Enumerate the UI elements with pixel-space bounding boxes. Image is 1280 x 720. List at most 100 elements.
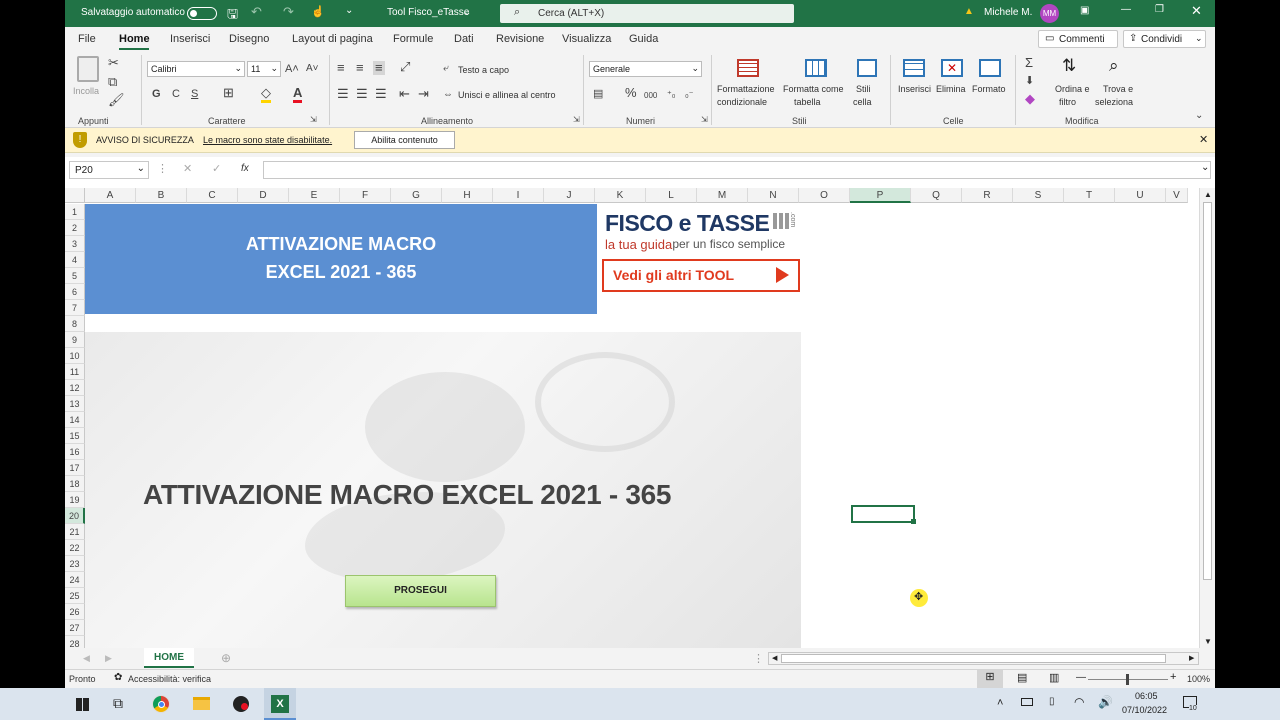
tab-review[interactable]: Revisione	[496, 33, 544, 45]
increase-decimal-icon[interactable]: ⁺₀	[667, 87, 676, 101]
align-left-icon[interactable]: ☰	[337, 87, 349, 101]
touch-mode-icon[interactable]: ☝	[311, 5, 325, 18]
increase-indent-icon[interactable]: ⇥	[418, 87, 429, 101]
row-header[interactable]: 14	[65, 412, 85, 428]
selected-cell[interactable]	[851, 505, 915, 523]
close-icon[interactable]: ✕	[1191, 3, 1202, 19]
align-center-icon[interactable]: ☰	[356, 87, 368, 101]
expand-formula-icon[interactable]: ⌄	[1201, 162, 1209, 173]
decrease-font-icon[interactable]: A˅	[306, 62, 319, 76]
dialog-launcher-icon[interactable]: ⇲	[310, 113, 317, 127]
column-header[interactable]: L	[646, 188, 697, 203]
device-icon[interactable]: ▯	[1049, 696, 1055, 707]
chevron-up-icon[interactable]: ˄	[997, 697, 1003, 709]
insert-cells-button[interactable]: Inserisci	[897, 56, 933, 112]
clock-date[interactable]: 07/10/2022	[1122, 705, 1167, 715]
row-header[interactable]: 21	[65, 524, 85, 540]
battery-icon[interactable]	[1021, 698, 1033, 706]
row-header[interactable]: 15	[65, 428, 85, 444]
user-name[interactable]: Michele M.	[984, 7, 1032, 18]
format-as-table-button[interactable]: Formatta come tabella	[782, 56, 850, 112]
file-explorer-icon[interactable]	[193, 697, 210, 710]
warning-icon[interactable]: ▲	[964, 6, 974, 17]
column-header[interactable]: G	[391, 188, 442, 203]
accessibility-status[interactable]: Accessibilità: verifica	[128, 674, 211, 684]
row-header[interactable]: 22	[65, 540, 85, 556]
scroll-right-icon[interactable]: ▶	[1189, 654, 1194, 662]
row-header[interactable]: 10	[65, 348, 85, 364]
clock-time[interactable]: 06:05	[1135, 691, 1158, 701]
zoom-slider[interactable]	[1088, 674, 1168, 685]
name-box[interactable]: P20 ⌄	[69, 161, 149, 179]
merge-center-icon[interactable]: ⇔	[443, 88, 453, 102]
save-icon[interactable]: 🖫	[227, 5, 238, 27]
column-header[interactable]: P	[850, 188, 911, 203]
dialog-launcher-icon[interactable]: ⇲	[573, 113, 580, 127]
sort-filter-button[interactable]: ⇅ Ordina e filtro	[1052, 56, 1094, 112]
row-header[interactable]: 2	[65, 220, 85, 236]
column-header[interactable]: C	[187, 188, 238, 203]
continue-button[interactable]: PROSEGUI	[345, 575, 496, 607]
tab-data[interactable]: Dati	[454, 33, 474, 45]
share-button[interactable]: ⇪ Condividi ⌄	[1123, 30, 1206, 48]
row-header[interactable]: 24	[65, 572, 85, 588]
add-sheet-icon[interactable]: ⊕	[221, 651, 231, 665]
select-all-corner[interactable]	[65, 188, 85, 203]
insert-function-icon[interactable]: fx	[241, 163, 249, 174]
ribbon-display-icon[interactable]: ▣	[1080, 5, 1089, 16]
row-header[interactable]: 12	[65, 380, 85, 396]
cut-icon[interactable]: ✂	[108, 56, 119, 70]
align-top-icon[interactable]: ≡	[337, 61, 345, 75]
column-header[interactable]: I	[493, 188, 544, 203]
scroll-down-icon[interactable]: ▼	[1204, 637, 1212, 646]
tab-page-layout[interactable]: Layout di pagina	[292, 33, 373, 45]
redo-icon[interactable]: ↷	[283, 4, 294, 20]
tab-formulas[interactable]: Formule	[393, 33, 433, 45]
row-header[interactable]: 27	[65, 620, 85, 636]
autosave-toggle[interactable]	[187, 7, 217, 20]
row-header[interactable]: 1	[65, 204, 85, 220]
scroll-up-icon[interactable]: ▲	[1204, 190, 1212, 199]
column-header[interactable]: B	[136, 188, 187, 203]
horizontal-scrollbar[interactable]: ◀ ▶	[768, 652, 1199, 665]
column-header[interactable]: R	[962, 188, 1013, 203]
recorder-icon[interactable]	[233, 696, 249, 712]
comments-button[interactable]: ▭ Commenti	[1038, 30, 1118, 48]
task-view-icon[interactable]: ⧉	[113, 695, 123, 712]
restore-icon[interactable]: ❐	[1155, 4, 1164, 15]
column-header[interactable]: A	[85, 188, 136, 203]
row-header[interactable]: 18	[65, 476, 85, 492]
align-bottom-icon[interactable]: ≡	[373, 61, 385, 75]
column-header[interactable]: H	[442, 188, 493, 203]
column-header[interactable]: N	[748, 188, 799, 203]
font-color-icon[interactable]: A	[293, 86, 303, 103]
column-header[interactable]: F	[340, 188, 391, 203]
file-name[interactable]: Tool Fisco_eTasse	[387, 7, 469, 18]
align-middle-icon[interactable]: ≡	[356, 61, 364, 75]
tab-home[interactable]: Home	[119, 33, 150, 45]
prev-sheet-icon[interactable]: ◀	[83, 653, 90, 664]
decrease-decimal-icon[interactable]: ₀⁻	[685, 87, 694, 101]
wifi-icon[interactable]: ◠	[1074, 695, 1084, 709]
scroll-thumb[interactable]	[781, 654, 1166, 663]
fill-icon[interactable]: ⬇	[1025, 74, 1034, 88]
italic-button[interactable]: C	[172, 87, 180, 101]
page-break-view-icon[interactable]: ▥	[1049, 671, 1059, 684]
row-header[interactable]: 26	[65, 604, 85, 620]
align-right-icon[interactable]: ☰	[375, 87, 387, 101]
format-cells-button[interactable]: Formato	[972, 56, 1008, 112]
row-header[interactable]: 25	[65, 588, 85, 604]
zoom-out-icon[interactable]: —	[1076, 672, 1086, 683]
normal-view-icon[interactable]: ⊞	[977, 670, 1003, 688]
row-header[interactable]: 4	[65, 252, 85, 268]
cancel-icon[interactable]: ✕	[183, 162, 192, 175]
undo-icon[interactable]: ↶	[251, 4, 262, 20]
format-painter-icon[interactable]: 🖌	[108, 93, 125, 107]
tab-help[interactable]: Guida	[629, 33, 658, 45]
security-message-link[interactable]: Le macro sono state disabilitate.	[203, 135, 332, 145]
font-size-select[interactable]: 11 ⌄	[247, 61, 281, 77]
close-icon[interactable]: ✕	[1199, 133, 1208, 146]
decrease-indent-icon[interactable]: ⇤	[399, 87, 410, 101]
bold-button[interactable]: G	[152, 87, 161, 101]
collapse-ribbon-icon[interactable]: ⌄	[1195, 109, 1203, 123]
